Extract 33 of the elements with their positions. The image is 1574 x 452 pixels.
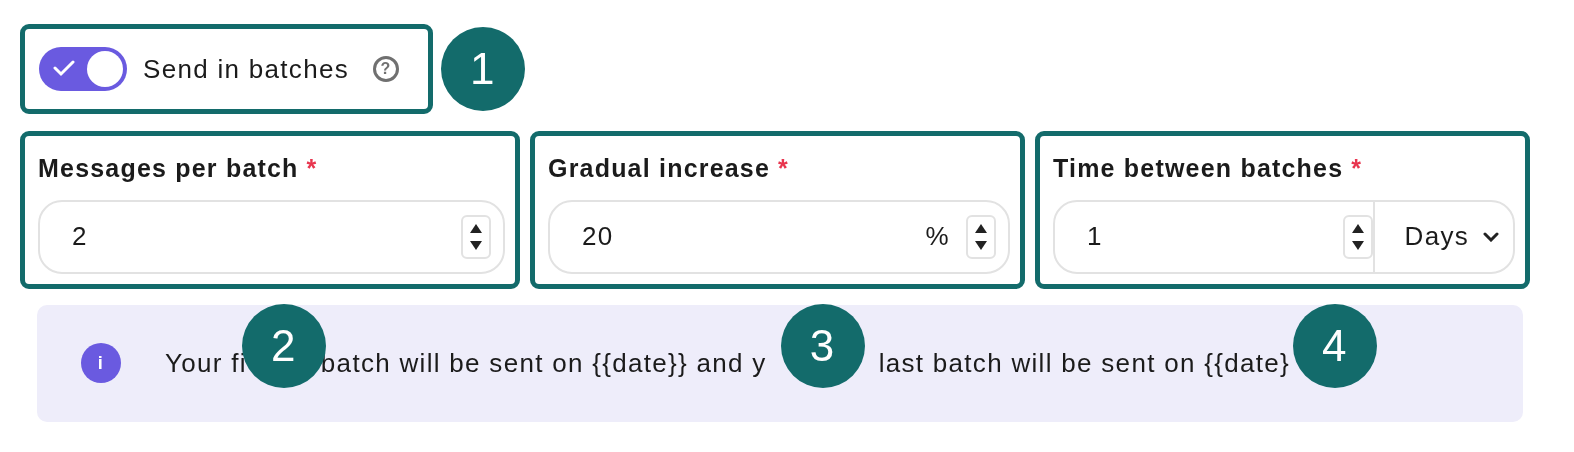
field-value: 1 <box>1087 220 1104 253</box>
up-arrow-icon[interactable] <box>470 223 482 233</box>
info-icon: i <box>81 343 121 383</box>
unit-dropdown[interactable]: Days <box>1372 201 1513 272</box>
down-arrow-icon[interactable] <box>975 240 987 250</box>
number-field[interactable]: 2 <box>38 199 505 274</box>
required-mark: * <box>1351 154 1363 182</box>
number-field[interactable]: 20 % <box>548 199 1010 274</box>
field-value: 2 <box>72 220 89 253</box>
required-mark: * <box>778 154 790 182</box>
spinner-control[interactable] <box>1342 214 1373 259</box>
spinner-control[interactable] <box>966 214 996 259</box>
callout-badge: 1 <box>441 27 525 111</box>
number-field[interactable]: 1 Days <box>1053 199 1515 274</box>
up-arrow-icon[interactable] <box>1351 223 1364 233</box>
required-mark: * <box>306 154 318 182</box>
callout-badge: 3 <box>780 304 865 388</box>
toggle-label: Send in batches <box>143 52 349 86</box>
field-label: Gradual increase <box>548 154 771 182</box>
field-suffix: % <box>925 220 950 253</box>
down-arrow-icon[interactable] <box>1351 240 1364 250</box>
field-value: 20 <box>582 220 615 253</box>
down-arrow-icon[interactable] <box>470 240 482 250</box>
info-text: last batch will be sent on {{date} <box>878 346 1290 380</box>
callout-badge: 4 <box>1293 304 1377 388</box>
field-label: Messages per batch <box>38 154 299 182</box>
field-label: Time between batches <box>1053 154 1344 182</box>
help-icon[interactable]: ? <box>372 56 399 82</box>
spinner-control[interactable] <box>461 214 491 259</box>
up-arrow-icon[interactable] <box>975 223 987 233</box>
chevron-down-icon <box>1483 231 1499 242</box>
toggle-switch[interactable] <box>39 47 127 91</box>
checkmark-icon <box>53 59 75 77</box>
